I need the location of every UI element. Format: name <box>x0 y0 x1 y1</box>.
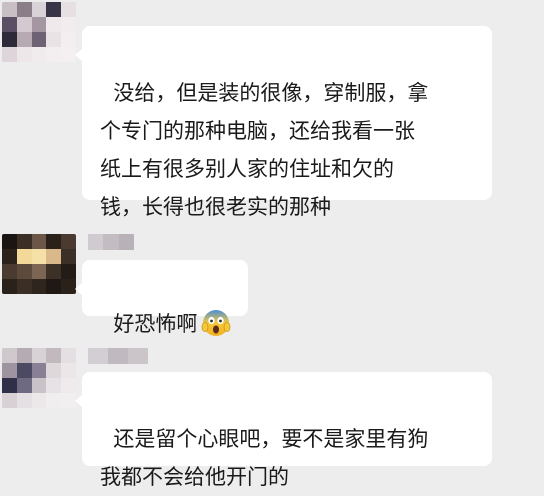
avatar-pixelated[interactable] <box>2 2 76 62</box>
message-bubble[interactable]: 还是留个心眼吧，要不是家里有狗 我都不会给他开门的 <box>75 372 492 489</box>
sender-name-blurred <box>88 234 134 250</box>
message-bubble[interactable]: 没给，但是装的很像，穿制服，拿 个专门的那种电脑，还给我看一张 纸上有很多别人家… <box>75 26 492 219</box>
message-text: 好恐怖啊 <box>113 312 198 336</box>
message-text: 没给，但是装的很像，穿制服，拿 个专门的那种电脑，还给我看一张 纸上有很多别人家… <box>100 81 429 219</box>
message-bubble[interactable]: 好恐怖啊 <box>75 260 248 336</box>
avatar-pixelated[interactable] <box>2 234 76 294</box>
sender-name-blurred <box>88 348 148 364</box>
screaming-in-fear-emoji-icon <box>201 308 231 338</box>
avatar-pixelated[interactable] <box>2 348 76 408</box>
